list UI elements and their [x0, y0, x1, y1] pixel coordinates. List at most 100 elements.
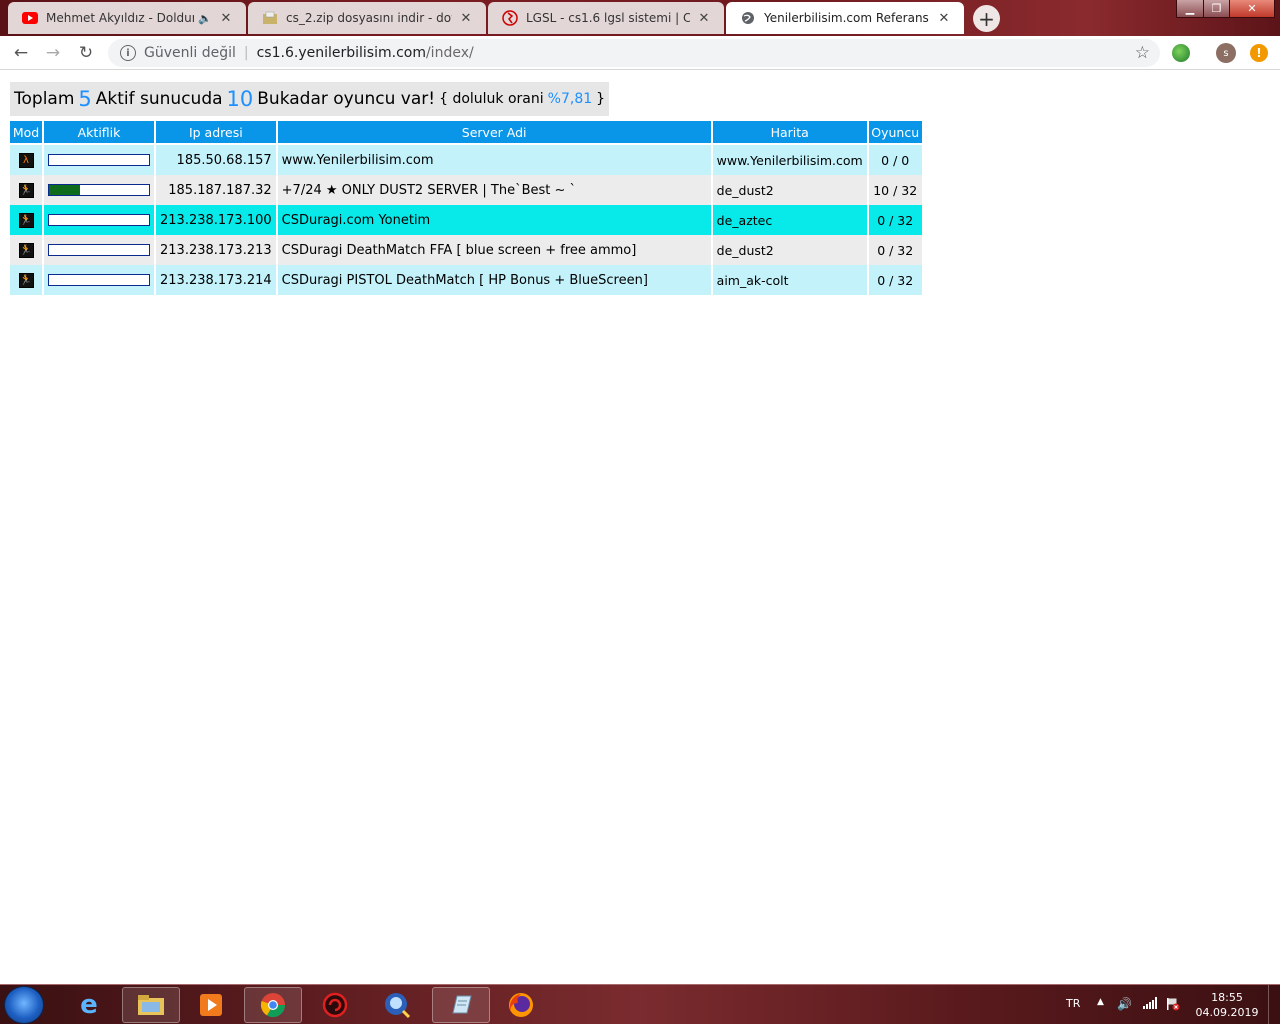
- explorer-icon[interactable]: [122, 987, 180, 1023]
- server-table: Mod Aktiflik Ip adresi Server Adi Harita…: [8, 121, 924, 295]
- minimize-button[interactable]: ▁: [1176, 0, 1204, 18]
- table-row[interactable]: 🏃 213.238.173.213 CSDuragi DeathMatch FF…: [10, 235, 922, 265]
- activity-bar: [48, 274, 150, 286]
- tab-title: Yenilerbilisim.com Referans: [764, 11, 929, 25]
- tab-youtube[interactable]: Mehmet Akyıldız - Doldum D 🔈 ✕: [8, 2, 246, 34]
- action-center-flag-icon[interactable]: [1166, 997, 1180, 1014]
- mod-cell: 🏃: [10, 235, 42, 265]
- players-cell: 0 / 32: [868, 235, 922, 265]
- antivirus-icon[interactable]: [306, 987, 364, 1023]
- header-map[interactable]: Harita: [712, 121, 867, 145]
- summary-middle: Aktif sunucuda: [95, 89, 223, 109]
- header-ip[interactable]: Ip adresi: [156, 121, 276, 145]
- search-app-icon[interactable]: [368, 987, 426, 1023]
- globe-icon: [740, 10, 756, 26]
- summary-suffix: Bukadar oyuncu var!: [257, 89, 436, 109]
- file-icon: [262, 10, 278, 26]
- bookmark-star-icon[interactable]: ☆: [1135, 43, 1150, 63]
- activity-bar: [48, 154, 150, 166]
- ip-cell[interactable]: 213.238.173.214: [156, 265, 276, 295]
- header-mod[interactable]: Mod: [10, 121, 42, 145]
- update-alert-icon[interactable]: !: [1250, 44, 1268, 62]
- close-tab-icon[interactable]: ✕: [218, 11, 234, 26]
- start-button[interactable]: [4, 986, 44, 1024]
- tab-lgsl[interactable]: LGSL - cs1.6 lgsl sistemi | Counte ✕: [488, 2, 724, 34]
- server-name-cell[interactable]: CSDuragi DeathMatch FFA [ blue screen + …: [277, 235, 711, 265]
- system-clock[interactable]: 18:55 04.09.2019: [1192, 990, 1262, 1020]
- address-bar[interactable]: i Güvenli değil | cs1.6.yenilerbilisim.c…: [108, 39, 1160, 67]
- server-name-cell[interactable]: +7/24 ★ ONLY DUST2 SERVER | The`Best ~ `: [277, 175, 711, 205]
- players-cell: 0 / 32: [868, 205, 922, 235]
- address-separator: |: [243, 45, 249, 61]
- show-desktop-button[interactable]: [1268, 985, 1280, 1024]
- header-activity[interactable]: Aktiflik: [44, 121, 154, 145]
- tray-expand-icon[interactable]: ▲: [1097, 997, 1104, 1007]
- table-row[interactable]: λ 185.50.68.157 www.Yenilerbilisim.com w…: [10, 145, 922, 175]
- activity-cell: [44, 265, 154, 295]
- speaker-icon[interactable]: 🔈: [198, 12, 212, 25]
- url-host: cs1.6.yenilerbilisim.com: [256, 45, 426, 61]
- network-signal-icon[interactable]: [1143, 997, 1157, 1012]
- server-name-cell[interactable]: CSDuragi.com Yonetim: [277, 205, 711, 235]
- ip-cell[interactable]: 213.238.173.100: [156, 205, 276, 235]
- notepad-icon[interactable]: [432, 987, 490, 1023]
- close-tab-icon[interactable]: ✕: [696, 11, 712, 26]
- occupancy-open: { doluluk orani: [439, 91, 544, 107]
- media-player-icon[interactable]: [182, 987, 240, 1023]
- activity-bar: [48, 184, 150, 196]
- activity-bar: [48, 214, 150, 226]
- map-cell: www.Yenilerbilisim.com: [712, 145, 867, 175]
- counter-strike-icon: 🏃: [18, 273, 34, 288]
- chrome-icon[interactable]: [244, 987, 302, 1023]
- lgsl-icon: [502, 10, 518, 26]
- counter-strike-icon: 🏃: [18, 213, 34, 228]
- maximize-button[interactable]: ❐: [1203, 0, 1230, 18]
- tab-title: LGSL - cs1.6 lgsl sistemi | Counte: [526, 11, 690, 25]
- ie-icon[interactable]: e: [60, 987, 118, 1023]
- ip-cell[interactable]: 213.238.173.213: [156, 235, 276, 265]
- security-label: Güvenli değil: [144, 45, 236, 61]
- server-count: 5: [78, 87, 92, 111]
- activity-fill: [49, 185, 81, 195]
- language-indicator[interactable]: TR: [1066, 997, 1080, 1010]
- close-window-button[interactable]: ✕: [1229, 0, 1275, 18]
- table-header-row: Mod Aktiflik Ip adresi Server Adi Harita…: [10, 121, 922, 145]
- player-count: 10: [226, 87, 254, 111]
- tab-title: cs_2.zip dosyasını indir - downloa: [286, 11, 452, 25]
- back-arrow-icon[interactable]: ←: [10, 42, 32, 64]
- players-cell: 10 / 32: [868, 175, 922, 205]
- map-cell: de_aztec: [712, 205, 867, 235]
- new-tab-button[interactable]: +: [973, 5, 1000, 32]
- activity-cell: [44, 145, 154, 175]
- map-cell: de_dust2: [712, 175, 867, 205]
- mod-cell: λ: [10, 145, 42, 175]
- server-name-cell[interactable]: www.Yenilerbilisim.com: [277, 145, 711, 175]
- table-row[interactable]: 🏃 213.238.173.100 CSDuragi.com Yonetim d…: [10, 205, 922, 235]
- ip-cell[interactable]: 185.187.187.32: [156, 175, 276, 205]
- table-row[interactable]: 🏃 185.187.187.32 +7/24 ★ ONLY DUST2 SERV…: [10, 175, 922, 205]
- players-cell: 0 / 32: [868, 265, 922, 295]
- server-name-cell[interactable]: CSDuragi PISTOL DeathMatch [ HP Bonus + …: [277, 265, 711, 295]
- header-players[interactable]: Oyuncu: [868, 121, 922, 145]
- tab-title: Mehmet Akyıldız - Doldum D: [46, 11, 194, 25]
- header-server-name[interactable]: Server Adi: [277, 121, 711, 145]
- reload-icon[interactable]: ↻: [75, 42, 97, 64]
- close-tab-icon[interactable]: ✕: [936, 11, 952, 26]
- forward-arrow-icon[interactable]: →: [42, 42, 64, 64]
- map-cell: aim_ak-colt: [712, 265, 867, 295]
- summary-prefix: Toplam: [14, 89, 75, 109]
- url-path: /index/: [425, 45, 474, 61]
- tab-download[interactable]: cs_2.zip dosyasını indir - downloa ✕: [248, 2, 486, 34]
- extension-icon[interactable]: [1172, 44, 1190, 62]
- table-row[interactable]: 🏃 213.238.173.214 CSDuragi PISTOL DeathM…: [10, 265, 922, 295]
- info-icon[interactable]: i: [120, 45, 136, 61]
- volume-icon[interactable]: 🔊: [1117, 997, 1132, 1011]
- firefox-icon[interactable]: [492, 987, 550, 1023]
- close-tab-icon[interactable]: ✕: [458, 11, 474, 26]
- ip-cell[interactable]: 185.50.68.157: [156, 145, 276, 175]
- summary-banner: Toplam 5 Aktif sunucuda 10 Bukadar oyunc…: [10, 82, 610, 116]
- tab-yenilerbilisim[interactable]: Yenilerbilisim.com Referans ✕: [726, 2, 964, 34]
- profile-avatar[interactable]: s: [1216, 43, 1236, 63]
- mod-cell: 🏃: [10, 265, 42, 295]
- mod-cell: 🏃: [10, 175, 42, 205]
